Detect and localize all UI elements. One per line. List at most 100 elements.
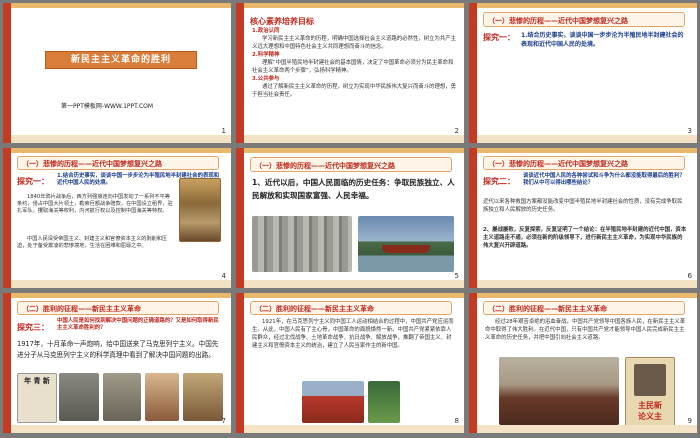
- explore-question: 1.结合历史事实，谈谈中国一步步沦为半殖民地半封建社会的表现和近代中国人民的处境…: [521, 32, 684, 48]
- slide-6[interactable]: （一）悲惨的历程——近代中国梦想复兴之路 探究二： 谈谈近代中国人民的各种尝试和…: [469, 148, 697, 288]
- slide-bottom-bar: [477, 280, 697, 288]
- goal-1-title: 1.政治认同: [252, 28, 280, 34]
- slide-bottom-bar: [477, 135, 697, 143]
- slide-number: 4: [221, 272, 226, 280]
- goal-1-body: 学习新民主主义革命的历程，明确中国选择社会主义道路的必然性，树立为共产主义远大理…: [252, 36, 457, 50]
- book-title-line-1: 主民新: [638, 401, 662, 410]
- newspaper-image: 年 青 新: [17, 373, 57, 423]
- slide-left-bar: [236, 3, 244, 143]
- slide-bottom-bar: [11, 135, 231, 143]
- book-cover-image: 主民新 论义主: [625, 357, 675, 427]
- slide-heading: （二）胜利的征程——新民主主义革命: [488, 305, 607, 313]
- slide-left-bar: [3, 3, 11, 143]
- slide-left-bar: [469, 148, 477, 288]
- slide-8[interactable]: （二）胜利的征程——新民主主义革命 1921年，在马克思列宁主义同中国工人运动相…: [236, 293, 464, 433]
- slide-bottom-bar: [244, 425, 464, 433]
- slide-top-bar: [244, 3, 464, 8]
- explore-label: 探究二：: [483, 177, 515, 186]
- goal-3-title: 3.公共参与: [252, 76, 280, 82]
- portrait-painting-image: [145, 373, 179, 421]
- heading-box: （一）悲惨的历程——近代中国梦想复兴之路: [483, 12, 685, 27]
- slide-3[interactable]: （一）悲惨的历程——近代中国梦想复兴之路 探究一： 1.结合历史事实，谈谈中国一…: [469, 3, 697, 143]
- heading-box: （一）悲惨的历程——近代中国梦想复兴之路: [483, 156, 685, 170]
- slide-2[interactable]: 核心素养培养目标 1.政治认同 学习新民主主义革命的历程，明确中国选择社会主义道…: [236, 3, 464, 143]
- newspaper-title: 年 青 新: [24, 377, 50, 385]
- body-text: 近代以来各种救国方案都没能改变中国半殖民地半封建社会的性质，没有完成争取民族独立…: [483, 199, 683, 213]
- slide-bottom-bar: [11, 280, 231, 288]
- slide-5[interactable]: （一）悲惨的历程——近代中国梦想复兴之路 1、近代以后，中国人民面临的历史任务：…: [236, 148, 464, 288]
- explore-label: 探究一：: [483, 33, 515, 42]
- goal-3-body: 通过了解新民主主义革命的历程，树立为实现中华民族伟大复兴而奋斗的理想，勇于担当社…: [252, 84, 457, 98]
- slide-left-bar: [236, 293, 244, 433]
- body-text: 1、近代以后，中国人民面临的历史任务：争取民族独立、人民解放和实现国家富强、人民…: [252, 178, 455, 200]
- photo-history-image: [103, 373, 141, 421]
- slide-bottom-bar: [477, 425, 697, 433]
- title-banner: 新民主主义革命的胜利: [45, 51, 197, 69]
- slide-top-bar: [477, 148, 697, 153]
- slide-9[interactable]: （二）胜利的征程——新民主主义革命 经过28年艰苦卓绝的浴血奋战，中国共产党领导…: [469, 293, 697, 433]
- slide-left-bar: [469, 293, 477, 433]
- goals-text: 1.政治认同 学习新民主主义革命的历程，明确中国选择社会主义道路的必然性，树立为…: [252, 27, 458, 99]
- photo-crowd-image: [59, 373, 99, 421]
- site-watermark: 第一PPT模板网-WWW.1PPT.COM: [61, 103, 154, 110]
- group-painting-image: [183, 373, 223, 421]
- slide-number: 6: [687, 272, 692, 280]
- slide-left-bar: [236, 148, 244, 288]
- slide-heading: （一）悲惨的历程——近代中国梦想复兴之路: [488, 160, 628, 168]
- slide-top-bar: [11, 148, 231, 153]
- slide-top-bar: [477, 293, 697, 298]
- slide-top-bar: [244, 148, 464, 153]
- ceremony-photo-image: [499, 357, 619, 425]
- book-portrait-image: [634, 364, 666, 396]
- slide-number: 5: [454, 272, 459, 280]
- body-text: 1921年，在马克思列宁主义同中国工人运动相结合的过程中，中国共产党应运而生。从…: [252, 319, 454, 349]
- heading-box: （一）悲惨的历程——近代中国梦想复兴之路: [250, 157, 452, 172]
- explore-label: 探究一：: [17, 177, 49, 186]
- boat-shape-icon: [382, 245, 430, 253]
- slide-heading: （二）胜利的征程——新民主主义革命: [255, 305, 374, 313]
- slide-bottom-bar: [244, 280, 464, 288]
- slide-number: 8: [454, 417, 459, 425]
- slide-number: 1: [221, 127, 226, 135]
- slide-4[interactable]: （一）悲惨的历程——近代中国梦想复兴之路 探究一： 1.结合历史事实，谈谈中国一…: [3, 148, 231, 288]
- slide-heading: （二）胜利的征程——新民主主义革命: [22, 305, 141, 313]
- slide-7[interactable]: （二）胜利的征程——新民主主义革命 探究三： 中国人民是如何找到解决中国问题的正…: [3, 293, 231, 433]
- explore-question: 谈谈近代中国人民的各种尝试和斗争为什么都没能取得最后的胜利？我们从中可以得出哪些…: [523, 173, 685, 186]
- heading-box: （二）胜利的征程——新民主主义革命: [250, 301, 452, 315]
- red-boat-image: [358, 216, 454, 272]
- goal-2-title: 2.科学精神: [252, 52, 280, 58]
- slide-left-bar: [3, 148, 11, 288]
- slide-bottom-bar: [11, 425, 231, 433]
- plant-photo-image: [368, 381, 400, 423]
- body-text-2: 中国人民深受帝国主义、封建主义和官僚资本主义的剥削和压迫，处于备受欺凌的悲惨境地…: [17, 236, 168, 249]
- slide-heading: 核心素养培养目标: [250, 17, 314, 26]
- conclusion-text: 2、屡战屡败，反复探索，反复证明了一个结论：在半殖民地半封建的近代中国，资本主义…: [483, 227, 687, 249]
- slide-top-bar: [11, 293, 231, 298]
- slide-left-bar: [469, 3, 477, 143]
- body-text-1: 1840年鸦片战争后，西方列强接连向中国发动了一系列不平等条约，侵占中国大片领土…: [17, 194, 173, 214]
- building-photo-image: [302, 381, 364, 423]
- slide-number: 3: [687, 127, 692, 135]
- historical-cartoon-image: [179, 178, 221, 242]
- explore-label: 探究三：: [17, 323, 49, 332]
- slide-bottom-bar: [244, 135, 464, 143]
- slide-top-bar: [244, 293, 464, 298]
- slide-number: 9: [687, 417, 692, 425]
- slide-number: 7: [221, 417, 226, 425]
- goal-2-body: 理解“中国半殖民地半封建社会的基本国情，决定了中国革命必须分为民主革命和社会主义…: [252, 60, 454, 74]
- slide-heading: （一）悲惨的历程——近代中国梦想复兴之路: [488, 17, 628, 25]
- slide-number: 2: [454, 127, 459, 135]
- slide-1[interactable]: 新民主主义革命的胜利 第一PPT模板网-WWW.1PPT.COM 1: [3, 3, 231, 143]
- book-title-line-2: 论义主: [638, 412, 662, 421]
- slide-left-bar: [3, 293, 11, 433]
- heading-box: （二）胜利的征程——新民主主义革命: [17, 301, 219, 315]
- slide-top-bar: [11, 3, 231, 8]
- slide-top-bar: [477, 3, 697, 8]
- body-text: 经过28年艰苦卓绝的浴血奋战，中国共产党领导中国各族人民，在新民主主义革命中取得…: [485, 319, 686, 341]
- heading-box: （二）胜利的征程——新民主主义革命: [483, 301, 685, 315]
- slide-heading: （一）悲惨的历程——近代中国梦想复兴之路: [255, 162, 395, 170]
- explore-question: 中国人民是如何找到解决中国问题的正确道路的？又是如何取得新民主主义革命胜利的？: [57, 318, 219, 331]
- slide-title: 新民主主义革命的胜利: [70, 55, 171, 65]
- body-text: 1917年，十月革命一声炮响，给中国送来了马克思列宁主义。中国先进分子从马克思列…: [17, 340, 219, 359]
- slide-heading: （一）悲惨的历程——近代中国梦想复兴之路: [22, 160, 162, 168]
